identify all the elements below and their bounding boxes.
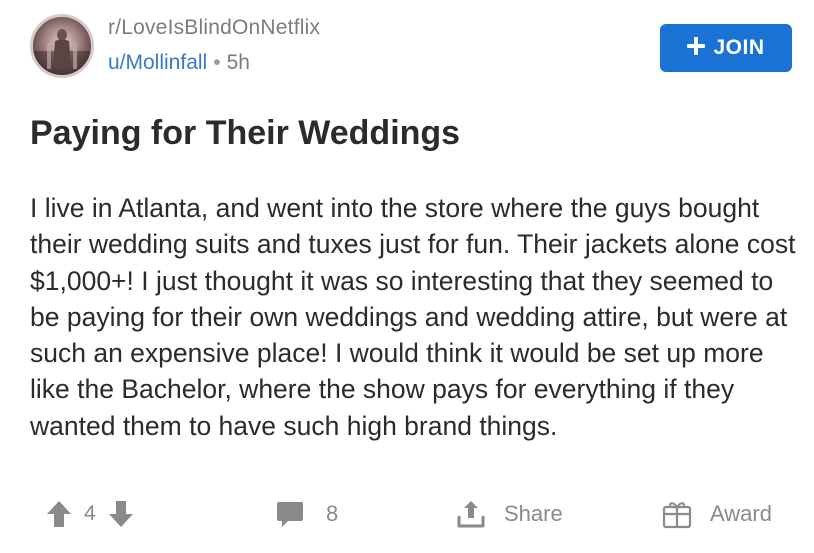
join-label: JOIN	[713, 36, 765, 59]
plus-icon	[687, 36, 706, 60]
comments-button[interactable]: 8	[276, 494, 338, 534]
post-actions-bar: 4 8 Share Award	[0, 494, 814, 534]
share-button[interactable]: Share	[456, 494, 563, 534]
byline: u/Mollinfall • 5h	[108, 48, 320, 78]
comment-count: 8	[326, 501, 339, 526]
post-body: I live in Atlanta, and went into the sto…	[30, 193, 796, 441]
author-username[interactable]: u/Mollinfall	[108, 51, 207, 74]
gift-box-icon	[662, 499, 692, 529]
join-button[interactable]: JOIN	[660, 24, 792, 72]
award-label: Award	[710, 501, 772, 526]
post-header: r/LoveIsBlindOnNetflix u/Mollinfall • 5h	[30, 14, 320, 78]
post-meta: r/LoveIsBlindOnNetflix u/Mollinfall • 5h	[108, 14, 320, 78]
separator-dot: •	[213, 51, 221, 74]
subreddit-avatar[interactable]	[30, 14, 94, 78]
reddit-post: r/LoveIsBlindOnNetflix u/Mollinfall • 5h J…	[0, 0, 814, 553]
award-button[interactable]: Award	[662, 494, 772, 534]
subreddit-name[interactable]: r/LoveIsBlindOnNetflix	[108, 14, 320, 42]
avatar-image	[33, 29, 91, 75]
downvote-arrow-icon[interactable]	[108, 500, 134, 528]
share-label: Share	[504, 501, 563, 526]
vote-count: 4	[84, 502, 96, 525]
vote-controls: 4	[46, 494, 134, 534]
post-age: 5h	[226, 51, 250, 74]
post-title[interactable]: Paying for Their Weddings	[30, 112, 460, 154]
share-upload-icon	[456, 499, 486, 529]
upvote-arrow-icon[interactable]	[46, 500, 72, 528]
comment-bubble-icon	[276, 500, 304, 528]
